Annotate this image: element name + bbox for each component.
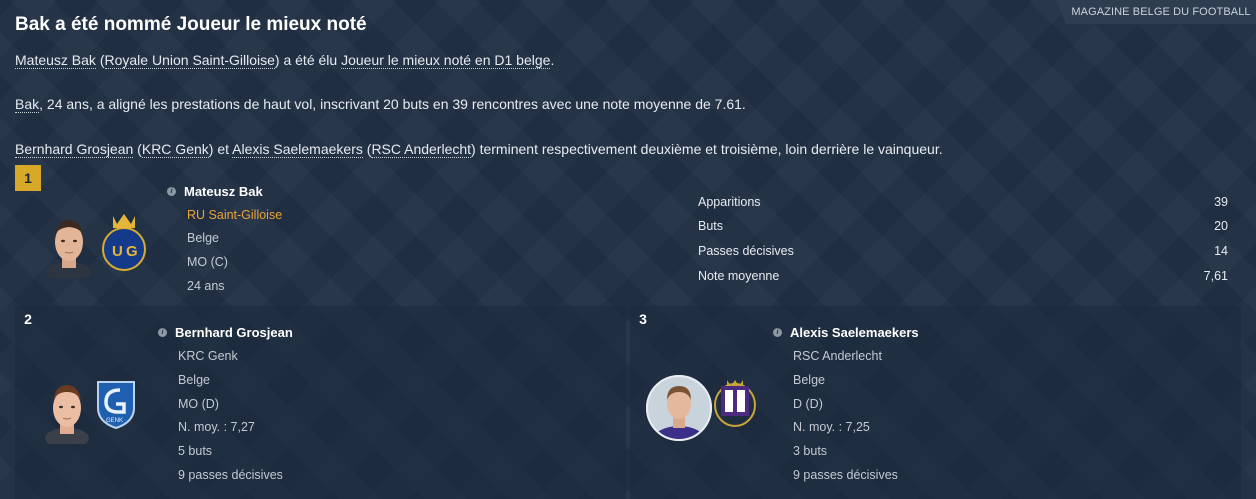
third-assists: 9 passes décisives <box>793 468 898 482</box>
club-crest-genk[interactable]: GENK <box>94 378 138 430</box>
third-goals: 3 buts <box>793 444 828 458</box>
club-crest-anderlecht[interactable] <box>711 378 759 428</box>
player-face-grosjean[interactable] <box>43 380 91 444</box>
third-nationality: Belge <box>793 373 825 387</box>
paragraph-stats: Bak, 24 ans, a aligné les prestations de… <box>15 96 746 113</box>
link-club-genk[interactable]: KRC Genk <box>141 141 209 158</box>
link-award[interactable]: Joueur le mieux noté en D1 belge <box>341 52 551 69</box>
second-name[interactable]: i Bernhard Grosjean <box>158 325 293 340</box>
stat-row-assists: Passes décisives 14 <box>698 244 1228 258</box>
winner-nationality: Belge <box>187 231 219 245</box>
svg-text:G: G <box>126 243 138 260</box>
club-crest-usg[interactable]: U G <box>99 210 149 272</box>
third-rating: N. moy. : 7,25 <box>793 420 870 434</box>
winner-club[interactable]: RU Saint-Gilloise <box>187 208 282 222</box>
source-tag: MAGAZINE BELGE DU FOOTBALL <box>1056 0 1256 24</box>
second-assists: 9 passes décisives <box>178 468 283 482</box>
winner-age: 24 ans <box>187 279 225 293</box>
second-goals: 5 buts <box>178 444 213 458</box>
player-photo-saelemaekers[interactable] <box>645 374 713 442</box>
winner-position: MO (C) <box>187 255 228 269</box>
article-title: Bak a été nommé Joueur le mieux noté <box>15 14 367 35</box>
paragraph-runners-up: Bernhard Grosjean (KRC Genk) et Alexis S… <box>15 141 943 158</box>
stat-row-appearances: Apparitions 39 <box>698 195 1228 209</box>
link-player-bak[interactable]: Mateusz Bak <box>15 52 96 69</box>
third-name[interactable]: i Alexis Saelemaekers <box>773 325 919 340</box>
svg-text:U: U <box>112 243 123 260</box>
third-club[interactable]: RSC Anderlecht <box>793 349 882 363</box>
stat-row-goals: Buts 20 <box>698 219 1228 233</box>
player-face-bak[interactable] <box>45 214 93 278</box>
svg-text:GENK: GENK <box>106 418 123 424</box>
link-club-anderlecht[interactable]: RSC Anderlecht <box>371 141 472 158</box>
info-icon[interactable]: i <box>773 328 782 337</box>
link-player-saelemaekers[interactable]: Alexis Saelemaekers <box>232 141 363 158</box>
second-nationality: Belge <box>178 373 210 387</box>
link-player-bak-2[interactable]: Bak <box>15 96 40 113</box>
rank-badge-2: 2 <box>24 311 32 327</box>
link-club-usg[interactable]: Royale Union Saint-Gilloise <box>104 52 275 69</box>
second-rating: N. moy. : 7,27 <box>178 420 255 434</box>
second-position: MO (D) <box>178 397 219 411</box>
paragraph-winner: Mateusz Bak (Royale Union Saint-Gilloise… <box>15 52 555 69</box>
winner-name[interactable]: i Mateusz Bak <box>167 184 263 199</box>
info-icon[interactable]: i <box>158 328 167 337</box>
stat-row-rating: Note moyenne 7,61 <box>698 269 1228 283</box>
info-icon[interactable]: i <box>167 187 176 196</box>
rank-badge-3: 3 <box>639 311 647 327</box>
link-player-grosjean[interactable]: Bernhard Grosjean <box>15 141 134 158</box>
third-position: D (D) <box>793 397 823 411</box>
second-club[interactable]: KRC Genk <box>178 349 238 363</box>
rank-badge-1: 1 <box>15 165 41 191</box>
